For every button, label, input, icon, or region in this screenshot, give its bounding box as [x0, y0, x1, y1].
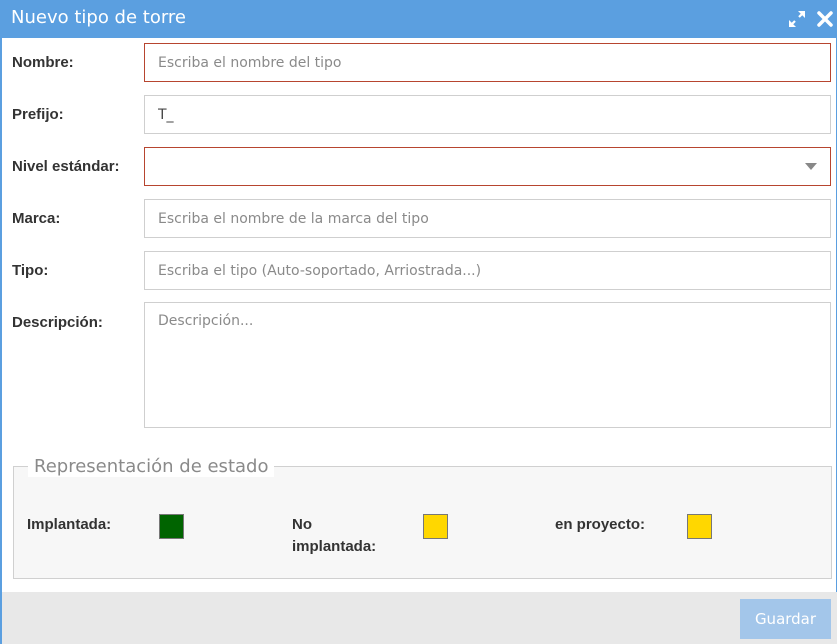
dialog-titlebar: Nuevo tipo de torre	[2, 0, 837, 38]
tipo-input[interactable]	[144, 251, 831, 290]
expand-icon[interactable]	[787, 9, 807, 29]
nombre-input[interactable]	[144, 43, 831, 82]
no-implantada-color-swatch[interactable]	[423, 514, 448, 539]
prefijo-label: Prefijo:	[12, 106, 64, 123]
nivel-estandar-label: Nivel estándar:	[12, 158, 120, 175]
no-implantada-label-line2: implantada:	[292, 538, 377, 555]
tipo-label: Tipo:	[12, 262, 49, 279]
save-button[interactable]: Guardar	[740, 599, 831, 639]
estado-legend: Representación de estado	[28, 456, 275, 477]
descripcion-label: Descripción:	[12, 314, 103, 331]
implantada-label: Implantada:	[27, 516, 112, 533]
prefijo-input[interactable]	[144, 95, 831, 134]
dialog-title: Nuevo tipo de torre	[11, 7, 187, 28]
nombre-label: Nombre:	[12, 54, 74, 71]
en-proyecto-label: en proyecto:	[555, 516, 646, 533]
dialog: Nuevo tipo de torre Nombre: Prefijo: Niv…	[0, 0, 837, 644]
marca-input[interactable]	[144, 199, 831, 238]
no-implantada-label-line1: No	[292, 516, 312, 533]
close-icon[interactable]	[815, 9, 835, 29]
descripcion-textarea[interactable]	[144, 302, 831, 428]
nivel-estandar-select[interactable]	[144, 147, 831, 186]
implantada-color-swatch[interactable]	[159, 514, 184, 539]
en-proyecto-color-swatch[interactable]	[687, 514, 712, 539]
estado-fieldset: Representación de estado Implantada: No …	[13, 456, 832, 579]
dialog-footer: Guardar	[2, 592, 837, 644]
chevron-down-icon[interactable]	[805, 163, 817, 170]
marca-label: Marca:	[12, 210, 61, 227]
